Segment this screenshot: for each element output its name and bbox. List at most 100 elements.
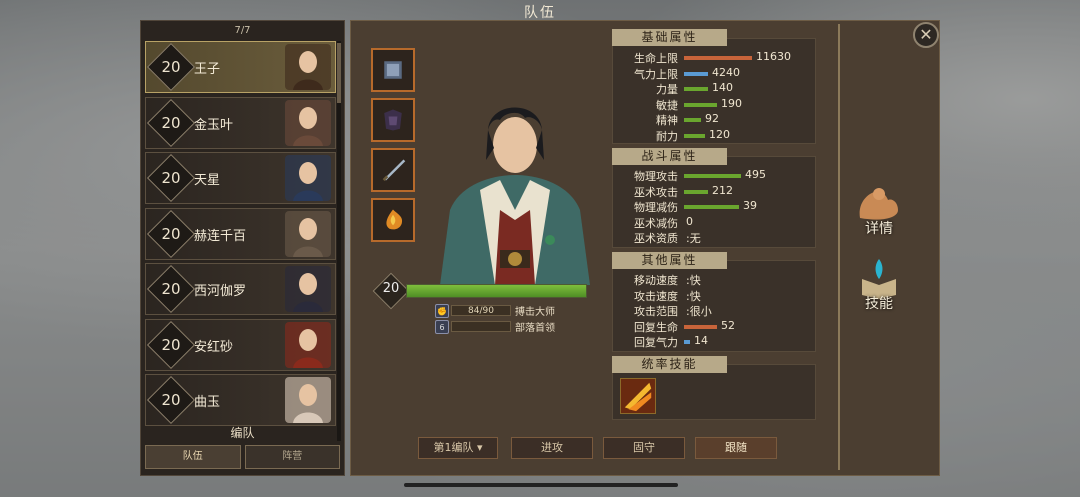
rank-row[interactable]: 6 部落首领 [435, 319, 555, 334]
stat-value: 4240 [712, 65, 740, 79]
hero-row-name: 金玉叶 [194, 117, 234, 133]
stat-row: 巫术减伤 0 [612, 215, 816, 230]
stat-label: 攻击速度 [634, 289, 678, 303]
team-select-dropdown[interactable]: 第1编队 ▾ [418, 437, 498, 459]
equip-slot-mount[interactable] [371, 198, 415, 242]
hero-row[interactable]: 20 金玉叶 [145, 96, 336, 149]
stat-row: 耐力 120 [612, 128, 816, 143]
roster-tabs: 队伍 阵营 [145, 445, 340, 469]
roster-scroll-thumb[interactable] [337, 43, 341, 103]
stat-label: 物理攻击 [634, 170, 678, 183]
rank-badge: 6 [435, 319, 449, 334]
page-title: 队伍 [524, 5, 556, 21]
hero-avatar [285, 266, 331, 312]
team-select-value: 第1编队 [433, 441, 474, 454]
hero-row-level: 20 [161, 280, 181, 298]
stat-value: 14 [694, 334, 708, 348]
hero-row[interactable]: 20 曲玉 [145, 374, 336, 426]
tab-camp[interactable]: 阵营 [244, 445, 340, 469]
stat-row: 攻击速度:快 [612, 288, 816, 303]
stat-value: 212 [712, 183, 733, 197]
hero-row-name: 曲玉 [194, 395, 221, 410]
stat-label: 回复气力 [634, 336, 678, 350]
stat-value: :快 [686, 274, 701, 287]
hero-row-name: 赫连千百 [194, 228, 247, 244]
follow-button[interactable]: 跟随 [695, 437, 777, 459]
hero-row[interactable]: 20 西河伽罗 [145, 263, 336, 315]
hero-row[interactable]: 20 赫连千百 [145, 207, 336, 260]
hero-row[interactable]: 20 王子 [145, 41, 336, 93]
stat-bar [684, 340, 690, 345]
hero-row-level: 20 [161, 169, 181, 187]
hero-row-name: 天星 [194, 173, 221, 188]
home-indicator[interactable] [404, 483, 678, 487]
command-skills-header: 统率技能 [612, 356, 727, 373]
stat-row: 回复气力 14 [612, 334, 816, 349]
stat-label: 回复生命 [634, 320, 678, 334]
hero-level: 20 [382, 281, 400, 296]
equip-slot-armor[interactable] [371, 98, 415, 142]
tab-team[interactable]: 队伍 [145, 445, 241, 469]
combat-stats-header: 战斗属性 [612, 148, 727, 165]
stat-bar [684, 189, 708, 194]
hero-avatar [285, 44, 331, 90]
hero-row[interactable]: 20 安红砂 [145, 318, 336, 371]
details-button[interactable]: 详情 [852, 180, 906, 240]
skill-mastery-row[interactable]: ✊ 84/90 搏击大师 [435, 303, 555, 318]
hero-exp-fill [407, 285, 586, 297]
hero-avatar [285, 210, 331, 257]
close-button[interactable]: ✕ [913, 22, 939, 48]
skills-button[interactable]: 技能 [852, 255, 906, 315]
side-divider [838, 24, 840, 470]
phoenix-icon [386, 209, 403, 230]
stat-value: 0 [686, 214, 693, 228]
sword-icon [382, 159, 406, 181]
stat-row: 力量 140 [612, 81, 816, 96]
hero-avatar [285, 99, 331, 146]
close-icon: ✕ [919, 25, 933, 44]
hero-avatar [285, 321, 331, 368]
hero-row-level: 20 [161, 58, 181, 76]
equip-slot-weapon[interactable] [371, 148, 415, 192]
details-label: 详情 [865, 221, 893, 237]
hero-avatar [285, 377, 331, 423]
hero-row[interactable]: 20 天星 [145, 152, 336, 204]
hero-row-name: 西河伽罗 [194, 284, 247, 299]
stat-row: 巫术攻击 212 [612, 184, 816, 199]
stat-value: 52 [721, 318, 735, 332]
equip-slot-book[interactable] [371, 48, 415, 92]
stat-label: 物理减伤 [634, 201, 678, 215]
stat-bar [684, 102, 717, 107]
skills-label: 技能 [865, 296, 893, 312]
skill-progress: 84/90 [451, 305, 511, 316]
stat-bar [684, 71, 708, 76]
stat-bar [684, 134, 705, 138]
hero-row-level: 20 [161, 224, 181, 243]
stat-bar [684, 324, 717, 329]
stat-value: 92 [705, 112, 719, 126]
hero-row-level: 20 [161, 335, 181, 354]
stat-label: 巫术减伤 [634, 216, 678, 230]
skill-name: 搏击大师 [515, 307, 555, 318]
chevron-down-icon: ▾ [476, 441, 483, 454]
rank-name: 部落首领 [515, 323, 555, 334]
stat-value: 190 [721, 96, 742, 110]
hero-row-level: 20 [161, 391, 181, 409]
stat-value: 140 [712, 81, 733, 95]
stat-label: 巫术资质 [634, 232, 678, 246]
hero-roster-panel: 7/7 20 王子 20 金玉叶 20 天星 20 赫连千百 20 西河伽罗 20 安红砂 20 曲玉 编… [140, 20, 345, 476]
hero-exp-bar [406, 284, 587, 298]
stat-label: 精神 [656, 114, 678, 128]
fire-slash-skill-icon[interactable] [620, 378, 656, 414]
defend-button[interactable]: 固守 [603, 437, 685, 459]
stat-row: 敏捷 190 [612, 97, 816, 112]
hero-avatar [285, 155, 331, 201]
stat-value: 120 [709, 128, 730, 141]
stat-label: 攻击范围 [634, 305, 678, 319]
hero-row-level: 20 [161, 113, 181, 132]
stat-row: 物理攻击 495 [612, 168, 816, 183]
attack-button[interactable]: 进攻 [511, 437, 593, 459]
stat-row: 物理减伤 39 [612, 199, 816, 214]
hero-row-name: 安红砂 [194, 339, 234, 355]
stat-label: 敏捷 [656, 98, 678, 112]
